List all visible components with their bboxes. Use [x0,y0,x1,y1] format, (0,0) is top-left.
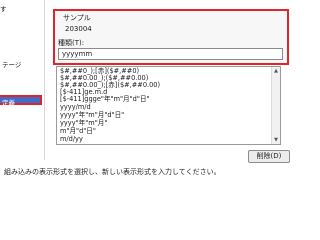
type-label: 種類(T): [58,39,85,47]
type-input[interactable]: yyyymm [58,48,283,60]
format-list-item[interactable]: m/d/yy [60,136,83,143]
format-list-item[interactable]: [$-411]ggge"年"m"月"d"日" [60,96,150,103]
scroll-down-icon[interactable]: ▼ [272,136,280,144]
divider [44,0,45,160]
category-item-label: 定義 [2,99,15,107]
scroll-up-icon[interactable]: ▲ [272,67,280,75]
sample-label: サンプル [63,14,91,22]
format-list-scrollbar[interactable]: ▲ ▼ [271,67,280,144]
sample-and-type-group: サンプル 203004 種類(T): yyyymm [53,9,289,65]
category-list[interactable]: す テージ 定義 [0,0,44,145]
sample-value: 203004 [65,25,92,33]
delete-button[interactable]: 削除(D) [248,150,290,163]
format-list-item[interactable]: m"月"d"日" [60,128,96,135]
hint-text: 組み込みの表示形式を選択し、新しい表示形式を入力してください。 [4,168,221,176]
category-item[interactable]: す [0,3,7,13]
format-list-item[interactable]: yyyy"年"m"月" [60,120,107,127]
format-list-item[interactable]: yyyy/m/d [60,104,91,111]
format-list-item[interactable]: yyyy"年"m"月"d"日" [60,112,124,119]
category-item-percentage[interactable]: テージ [2,59,21,69]
category-item-custom-selected[interactable]: 定義 [0,95,42,107]
format-list[interactable]: $#,##0_);[赤]($#,##0) $#,##0.00_);($#,##0… [56,66,281,145]
